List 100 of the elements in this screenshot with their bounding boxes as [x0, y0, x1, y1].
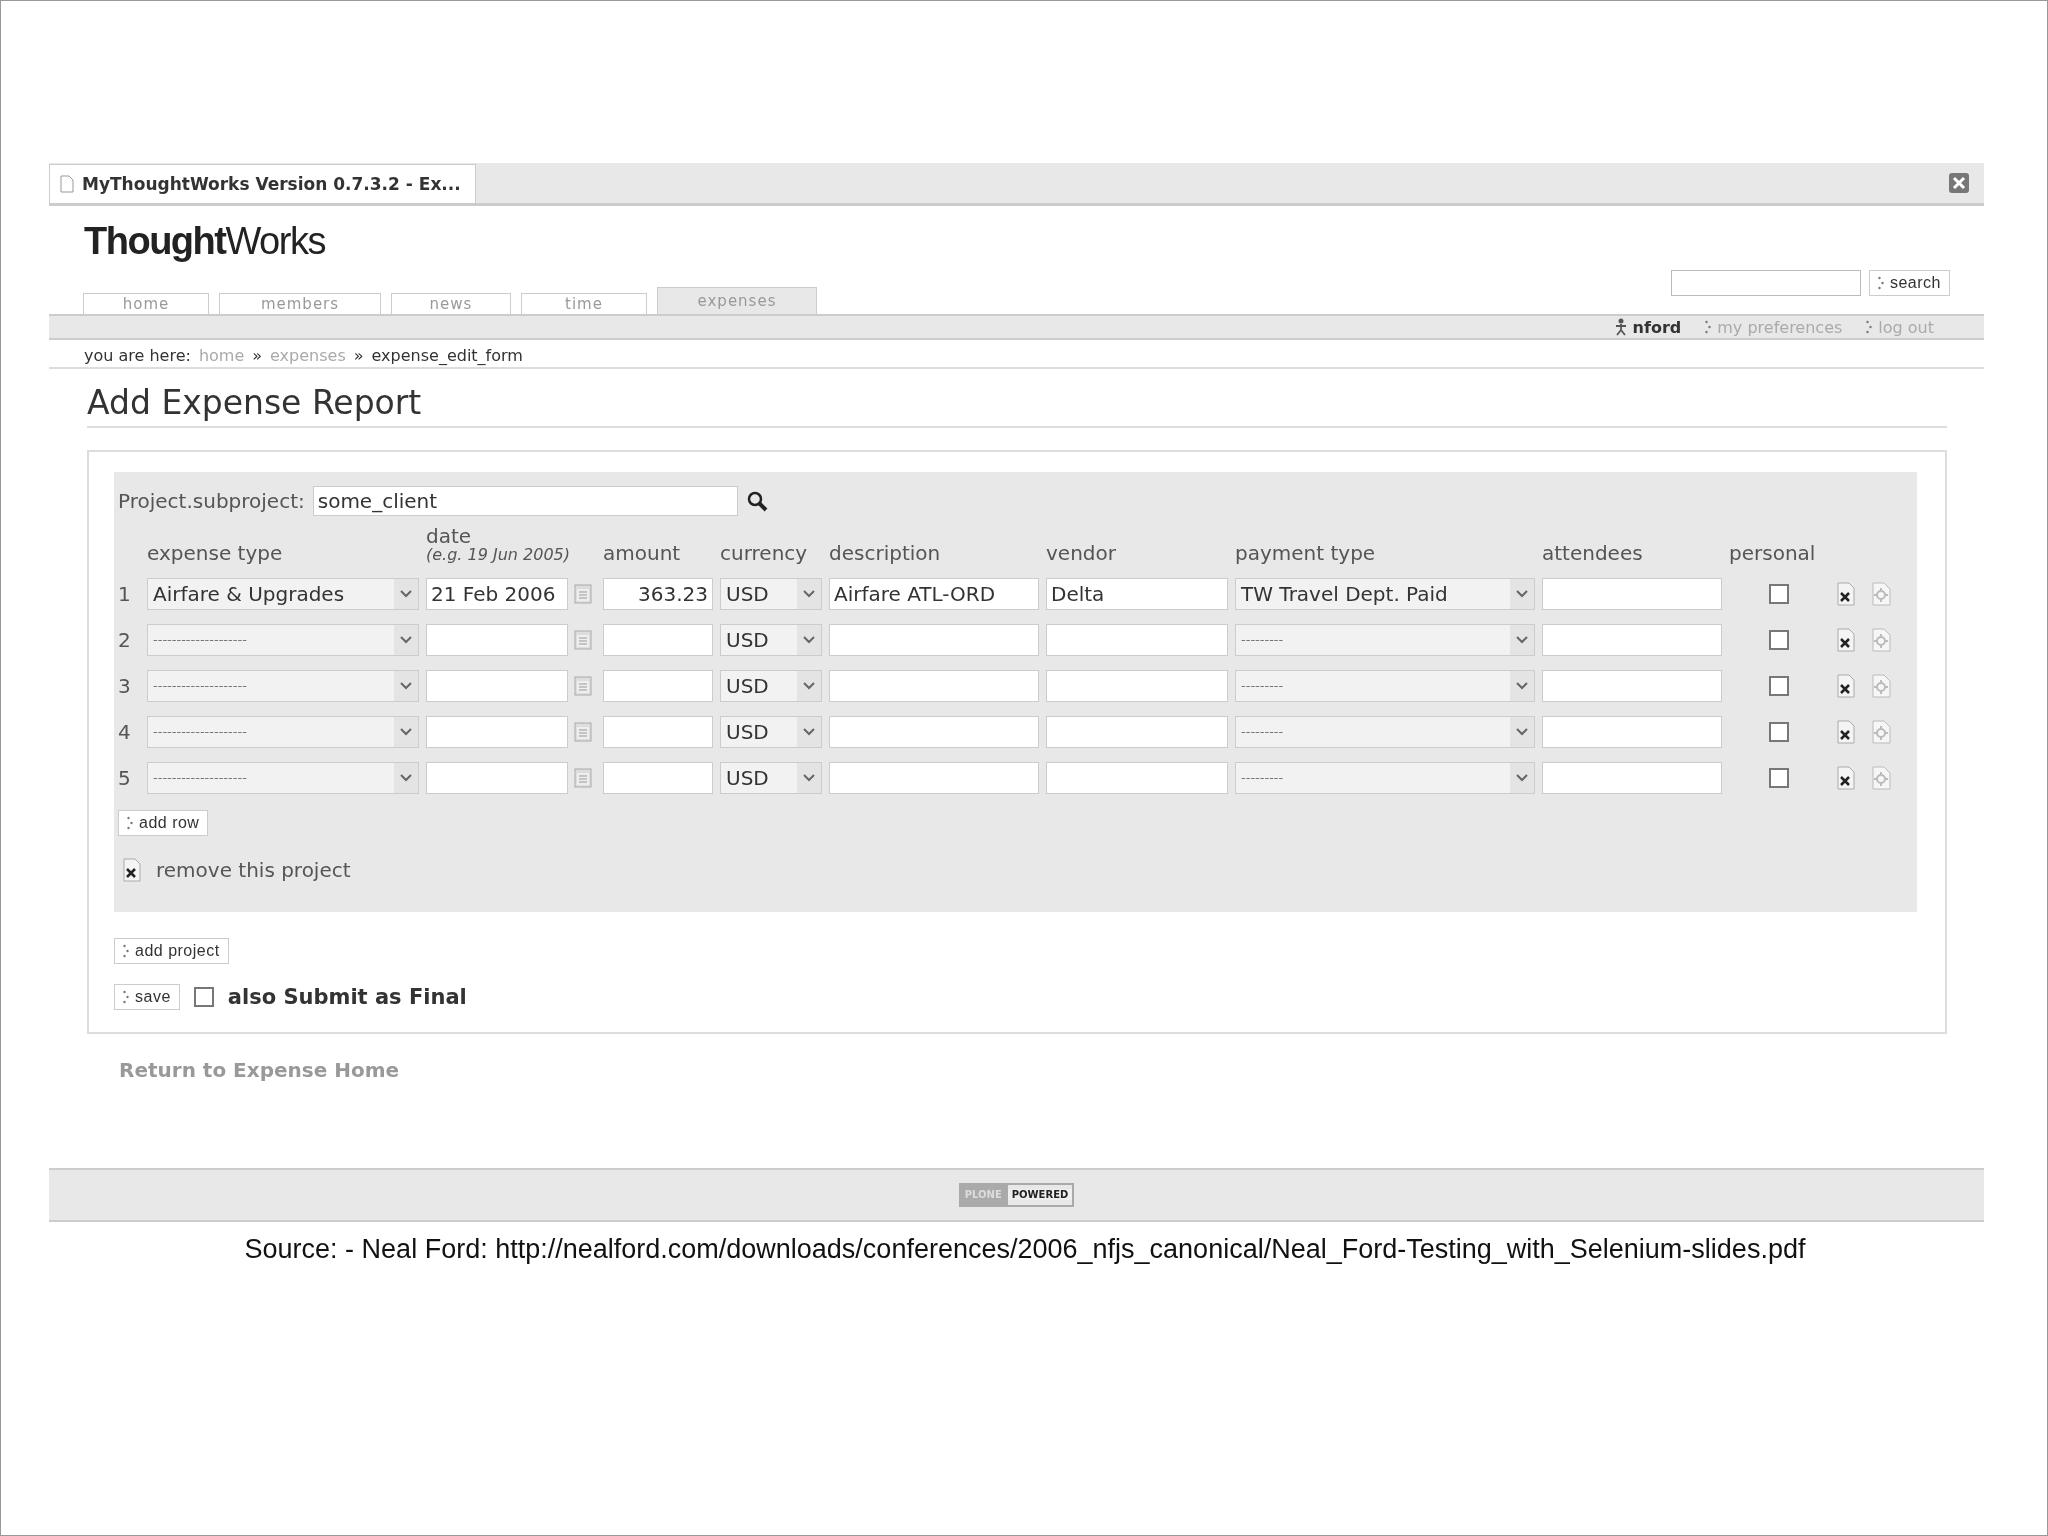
date-field[interactable]: 21 Feb 2006 [426, 577, 568, 610]
description-field[interactable] [829, 623, 1039, 656]
remove-project-link[interactable]: remove this project [156, 857, 351, 882]
attendees-field[interactable] [1542, 761, 1722, 794]
row-number: 5 [118, 765, 132, 790]
calendar-icon[interactable] [574, 583, 592, 604]
payment-type-select[interactable]: --------- [1235, 669, 1535, 702]
currency-select[interactable]: USD [720, 669, 822, 702]
close-icon[interactable] [1948, 172, 1970, 194]
expense-type-select[interactable]: -------------------- [147, 669, 419, 702]
user-link[interactable]: nford [1614, 317, 1682, 337]
column-header: expense type [147, 542, 284, 564]
logo: ThoughtWorks [84, 220, 326, 263]
currency-select[interactable]: USD [720, 761, 822, 794]
save-button[interactable]: save [114, 983, 180, 1010]
expense-type-select[interactable]: -------------------- [147, 623, 419, 656]
vendor-field[interactable] [1046, 761, 1228, 794]
personal-checkbox[interactable] [1769, 721, 1789, 742]
delete-icon[interactable] [1836, 765, 1856, 790]
caret-icon [400, 727, 412, 736]
caret-icon [400, 681, 412, 690]
column-header: date [426, 526, 473, 547]
caret-icon [1516, 773, 1528, 782]
personal-checkbox[interactable] [1769, 675, 1789, 696]
add-row-button[interactable]: add row [118, 809, 209, 836]
currency-select[interactable]: USD [720, 715, 822, 748]
personal-checkbox[interactable] [1769, 767, 1789, 788]
breadcrumb-separator: » [252, 346, 263, 365]
description-field[interactable] [829, 761, 1039, 794]
expense-type-select[interactable]: -------------------- [147, 761, 419, 794]
delete-icon[interactable] [1836, 673, 1856, 698]
expense-type-select[interactable]: -------------------- [147, 715, 419, 748]
row-number: 1 [118, 581, 132, 606]
delete-icon[interactable] [122, 857, 142, 882]
row-number: 2 [118, 627, 132, 652]
amount-field[interactable] [603, 761, 713, 794]
breadcrumb-item: expense_edit_form [371, 346, 523, 365]
attendees-field[interactable] [1542, 623, 1722, 656]
description-field[interactable] [829, 669, 1039, 702]
amount-field[interactable]: 363.23 [603, 577, 713, 610]
add-project-button[interactable]: add project [114, 937, 229, 964]
page-icon [60, 175, 74, 193]
personal-checkbox[interactable] [1769, 629, 1789, 650]
checkbox-label: also Submit as Final [227, 984, 467, 1009]
caret-icon [1516, 681, 1528, 690]
page-heading: Add Expense Report [87, 383, 1947, 428]
person-icon [1614, 318, 1627, 336]
column-header: vendor [1046, 542, 1117, 564]
delete-icon[interactable] [1836, 581, 1856, 606]
delete-icon[interactable] [1836, 719, 1856, 744]
source-caption: Source: - Neal Ford: http://nealford.com/downloads/conferences/2006_nfjs_canonical/Neal_Ford-Testing_with_Selenium-slides.pdf [243, 1233, 1807, 1265]
date-field[interactable] [426, 715, 568, 748]
column-header: personal [1729, 542, 1817, 564]
row-number: 3 [118, 673, 132, 698]
payment-type-select[interactable]: --------- [1235, 623, 1535, 656]
vendor-field[interactable] [1046, 669, 1228, 702]
calendar-icon[interactable] [574, 675, 592, 696]
date-field[interactable] [426, 623, 568, 656]
caret-icon [803, 681, 815, 690]
attendees-field[interactable] [1542, 669, 1722, 702]
expense-type-select[interactable]: Airfare & Upgrades [147, 577, 419, 610]
calendar-icon[interactable] [574, 721, 592, 742]
search-icon[interactable] [745, 490, 768, 512]
amount-field[interactable] [603, 623, 713, 656]
amount-field[interactable] [603, 669, 713, 702]
caret-icon [400, 635, 412, 644]
vendor-field[interactable]: Delta [1046, 577, 1228, 610]
currency-select[interactable]: USD [720, 623, 822, 656]
date-hint: (e.g. 19 Jun 2005) [426, 547, 571, 564]
caret-icon [803, 727, 815, 736]
calendar-icon[interactable] [574, 767, 592, 788]
calendar-icon[interactable] [574, 629, 592, 650]
caret-icon [803, 773, 815, 782]
date-field[interactable] [426, 669, 568, 702]
vendor-field[interactable] [1046, 623, 1228, 656]
caret-icon [803, 635, 815, 644]
project-label: Project.subproject: [118, 489, 305, 513]
column-header: amount [603, 542, 682, 564]
payment-type-select[interactable]: --------- [1235, 761, 1535, 794]
browser-tab[interactable]: MyThoughtWorks Version 0.7.3.2 - Ex... [49, 164, 476, 203]
attendees-field[interactable] [1542, 715, 1722, 748]
payment-type-select[interactable]: --------- [1235, 715, 1535, 748]
search-button[interactable]: search [1868, 270, 1950, 296]
description-field[interactable]: Airfare ATL-ORD [829, 577, 1039, 610]
amount-field[interactable] [603, 715, 713, 748]
vendor-field[interactable] [1046, 715, 1228, 748]
delete-icon[interactable] [1836, 627, 1856, 652]
caret-icon [1516, 589, 1528, 598]
payment-type-select[interactable]: TW Travel Dept. Paid [1235, 577, 1535, 610]
row-number: 4 [118, 719, 132, 744]
project-field[interactable]: some_client [312, 486, 738, 516]
attendees-field[interactable] [1542, 577, 1722, 610]
date-field[interactable] [426, 761, 568, 794]
search-field[interactable] [1670, 270, 1861, 296]
personal-checkbox[interactable] [1769, 583, 1789, 604]
column-header: attendees [1542, 542, 1644, 564]
caret-icon [803, 589, 815, 598]
final-checkbox[interactable] [193, 986, 214, 1007]
description-field[interactable] [829, 715, 1039, 748]
currency-select[interactable]: USD [720, 577, 822, 610]
